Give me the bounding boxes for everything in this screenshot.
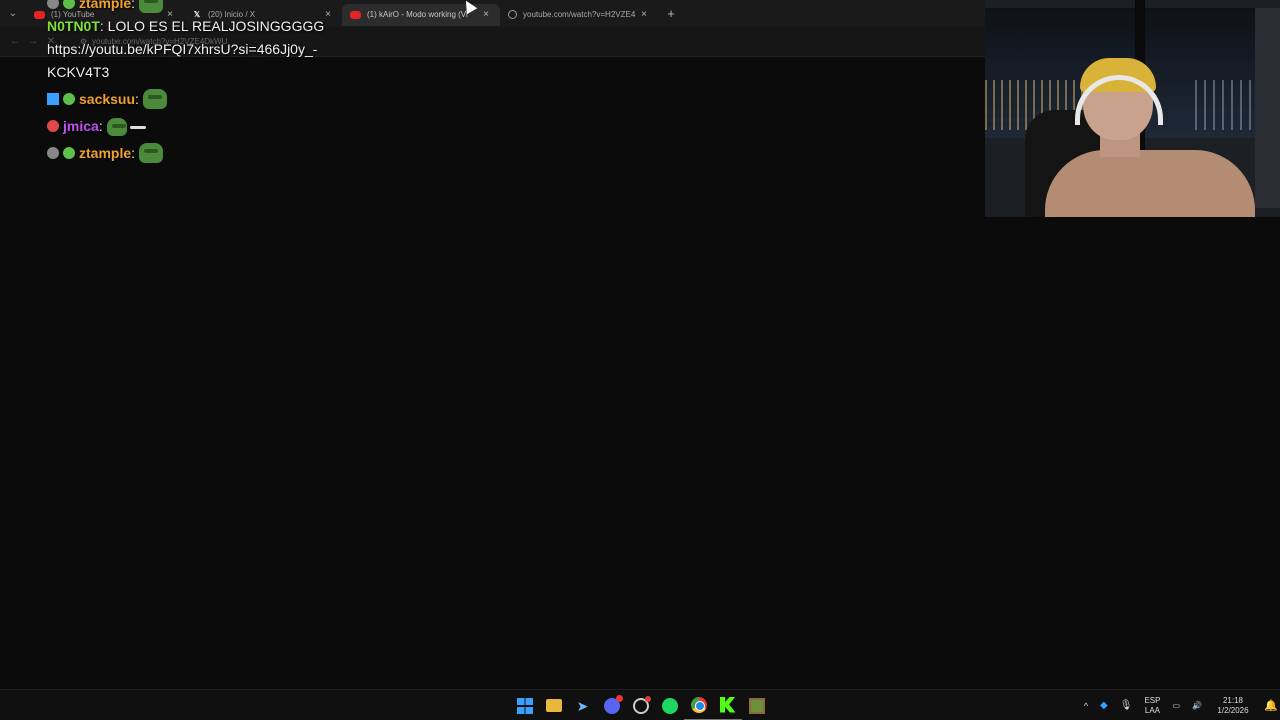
chat-badge-icon	[47, 147, 59, 159]
chat-username: ztample	[79, 145, 132, 161]
taskbar-apps: ➤	[510, 690, 771, 720]
chat-message: ztample:	[47, 0, 357, 15]
chat-message: sacksuu:	[47, 88, 357, 111]
chat-overlay: ztample: N0TN0T: LOLO ES EL REALJOSINGGG…	[47, 0, 357, 165]
chat-username: ztample	[79, 0, 132, 11]
window-frame	[1255, 8, 1280, 208]
system-tray: ^ ◆ 🎙 ESP LAA ▭ 🔊 21:18 1/2/2026 🔔	[1078, 690, 1280, 720]
chat-badge-icon	[47, 120, 59, 132]
notification-bell-icon[interactable]: 🔔	[1258, 700, 1280, 711]
chat-text: :	[131, 0, 139, 11]
new-tab-button[interactable]: +	[662, 6, 680, 21]
frog-emote-icon	[138, 0, 163, 13]
obs-icon[interactable]	[626, 690, 655, 720]
youtube-icon	[34, 10, 45, 19]
chat-text: :	[131, 145, 139, 161]
chat-text: :	[135, 91, 143, 107]
clock-time: 21:18	[1222, 695, 1244, 705]
tab-youtube-watch[interactable]: youtube.com/watch?v=H2VZE4 ×	[500, 4, 658, 26]
close-icon[interactable]: ×	[480, 9, 492, 20]
minecraft-icon[interactable]	[742, 690, 771, 720]
clock[interactable]: 21:18 1/2/2026	[1208, 696, 1258, 716]
language-code: ESP	[1144, 695, 1161, 705]
chat-message: N0TN0T: LOLO ES EL REALJOSINGGGGG https:…	[47, 15, 357, 84]
chat-badge-icon	[63, 147, 75, 159]
clock-date: 1/2/2026	[1217, 705, 1249, 715]
chat-username: jmica	[63, 118, 99, 134]
chat-badge-icon	[47, 0, 59, 9]
frog-emote-icon	[142, 89, 167, 109]
security-icon[interactable]: ◆	[1094, 700, 1114, 711]
chat-text: :	[98, 118, 107, 134]
chat-message: ztample:	[47, 142, 357, 165]
taskbar: ➤ ^ ◆ 🎙 ESP LAA ▭ 🔊 21:18 1/2/2026 🔔	[0, 689, 1280, 720]
close-icon[interactable]: ×	[638, 9, 650, 20]
kick-icon[interactable]	[713, 690, 742, 720]
webcam-feed	[985, 0, 1280, 217]
frog-emote-icon	[138, 143, 163, 163]
chrome-icon[interactable]	[684, 690, 713, 720]
chat-message: jmica:	[47, 115, 357, 138]
frog-emote-icon	[106, 118, 127, 136]
microphone-icon[interactable]: 🎙	[1114, 700, 1139, 711]
steam-icon[interactable]: ➤	[568, 690, 597, 720]
file-explorer-icon[interactable]	[539, 690, 568, 720]
forward-icon[interactable]: →	[24, 36, 42, 47]
sword-badge-icon	[47, 93, 59, 105]
volume-icon[interactable]: 🔊	[1186, 701, 1208, 711]
tab-label: (1) kAirO - Modo working (Vi	[367, 10, 468, 19]
chat-badge-icon	[63, 0, 75, 9]
back-icon[interactable]: ←	[6, 36, 24, 47]
keyboard-layout: LAA	[1144, 705, 1161, 715]
spotify-icon[interactable]	[655, 690, 684, 720]
tab-search-dropdown-icon[interactable]: ⌄	[0, 0, 26, 27]
chat-username: N0TN0T	[47, 18, 100, 34]
tab-label: youtube.com/watch?v=H2VZE4	[523, 10, 636, 19]
language-indicator[interactable]: ESP LAA	[1138, 696, 1166, 716]
windows-start-icon[interactable]	[510, 690, 539, 720]
cigarette-emote-icon	[130, 116, 148, 136]
show-hidden-icons-button[interactable]: ^	[1078, 701, 1094, 711]
streamer-body	[1045, 150, 1255, 217]
discord-icon[interactable]	[597, 690, 626, 720]
globe-icon	[508, 10, 517, 19]
chat-badge-icon	[63, 93, 75, 105]
network-icon[interactable]: ▭	[1166, 701, 1186, 711]
chat-username: sacksuu	[79, 91, 136, 107]
